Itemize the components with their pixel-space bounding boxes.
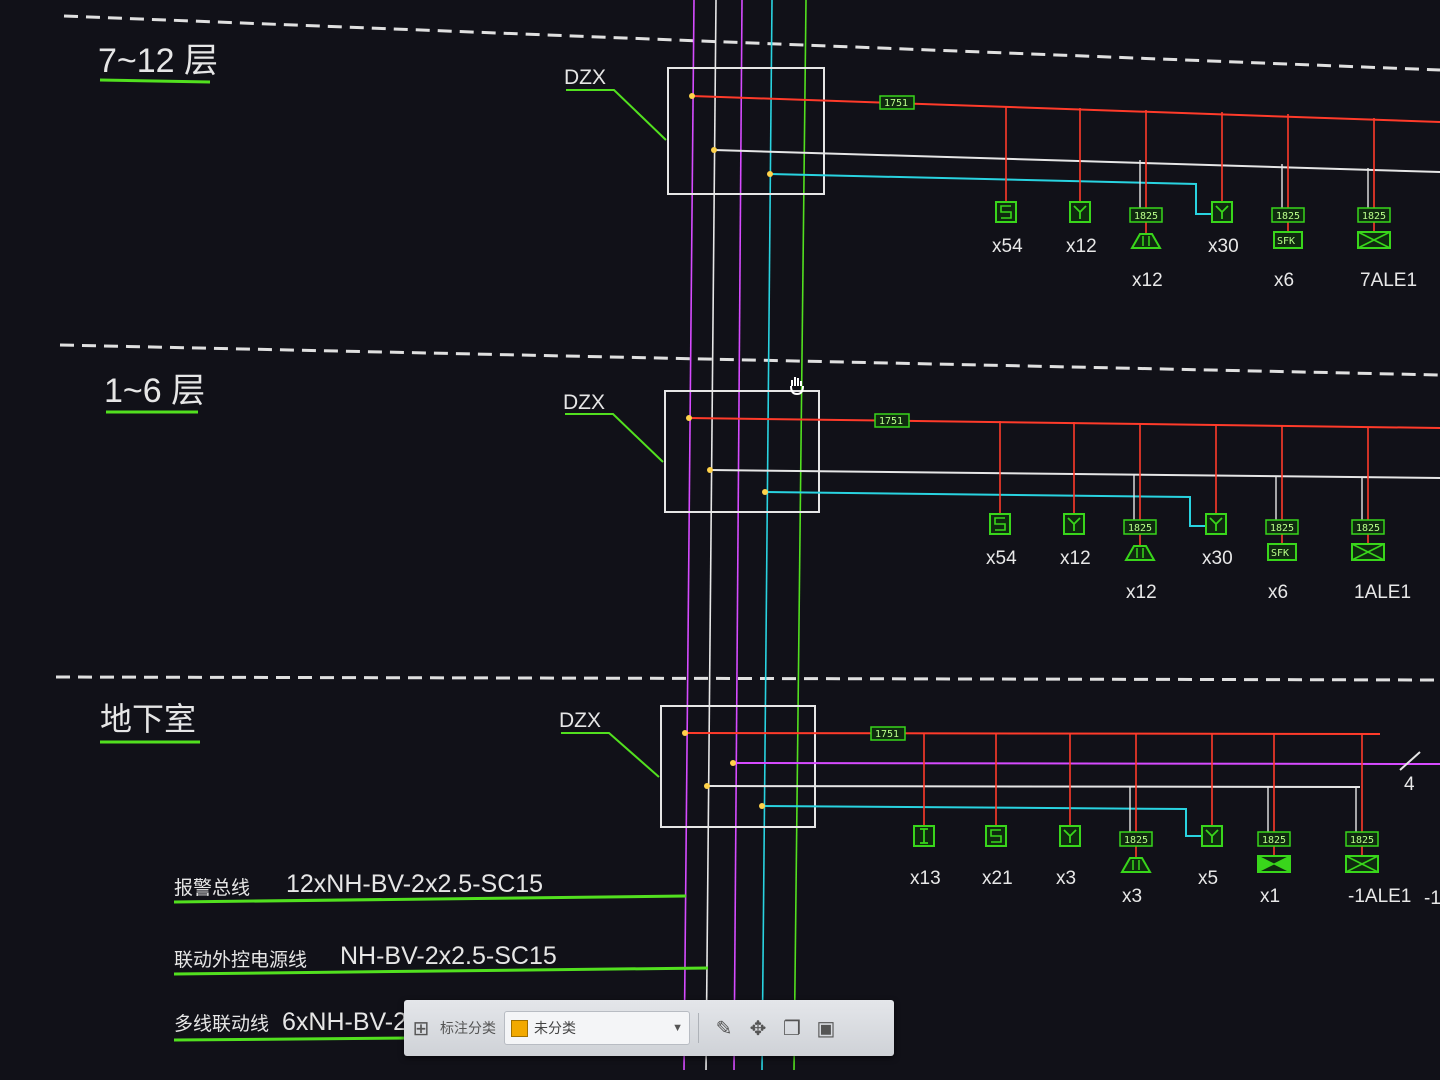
edit-icon[interactable]: ✎ <box>707 1011 741 1045</box>
device-tag: 1825 <box>1262 835 1286 846</box>
svg-text:1~6 层: 1~6 层 <box>104 372 205 410</box>
device-count: x30 <box>1208 236 1239 257</box>
svg-text:7~12 层: 7~12 层 <box>98 42 218 80</box>
device-count: x21 <box>982 868 1013 889</box>
device-count: x13 <box>910 868 941 889</box>
device-count: x12 <box>1132 270 1163 291</box>
device-count: -1ALE1 <box>1348 886 1411 907</box>
cable-tag-7-12: 1751 <box>879 95 915 110</box>
svg-text:多线联动线: 多线联动线 <box>174 1013 269 1035</box>
device-count: x30 <box>1202 548 1233 569</box>
svg-text:1751: 1751 <box>879 416 903 427</box>
device-count: x54 <box>986 548 1017 569</box>
svg-text:1751: 1751 <box>884 98 908 109</box>
grid-apps-icon[interactable]: ⊞ <box>404 1011 438 1045</box>
floor-label-1-6: 1~6 层 <box>104 372 205 414</box>
device-count: x12 <box>1126 582 1157 603</box>
basement-side-mark: 4 <box>1404 774 1415 795</box>
device-count: x5 <box>1198 868 1218 889</box>
svg-text:6xNH-BV-2: 6xNH-BV-2 <box>282 1008 407 1036</box>
device-count: x6 <box>1274 270 1294 291</box>
device-count: x1 <box>1260 886 1280 907</box>
move-icon[interactable]: ✥ <box>741 1011 775 1045</box>
device-count: 7ALE1 <box>1360 270 1417 291</box>
device-count: x12 <box>1060 548 1091 569</box>
device-count: x3 <box>1056 868 1076 889</box>
chevron-down-icon: ▼ <box>672 1022 683 1034</box>
svg-text:NH-BV-2x2.5-SC15: NH-BV-2x2.5-SC15 <box>340 942 557 970</box>
floor-label-basement: 地下室 <box>100 701 200 744</box>
toolbar-divider <box>698 1013 699 1043</box>
device-tag: 1825 <box>1356 523 1380 534</box>
svg-text:DZX: DZX <box>563 391 605 414</box>
device-count: x6 <box>1268 582 1288 603</box>
toolbar-label: 标注分类 <box>440 1020 496 1036</box>
svg-text:1751: 1751 <box>875 729 899 740</box>
sfk-icon: SFK <box>1271 548 1289 559</box>
device-tag: 1825 <box>1134 211 1158 222</box>
device-count: x12 <box>1066 236 1097 257</box>
device-count: x54 <box>992 236 1023 257</box>
device-tag: 1825 <box>1124 835 1148 846</box>
sfk-icon: SFK <box>1277 236 1295 247</box>
category-select[interactable]: 未分类 ▼ <box>504 1011 690 1045</box>
basement-edge-count: -1 <box>1424 888 1440 909</box>
cable-tag-basement: 1751 <box>870 726 906 741</box>
device-tag: 1825 <box>1128 523 1152 534</box>
svg-text:报警总线: 报警总线 <box>174 877 250 899</box>
category-swatch <box>511 1019 528 1037</box>
cable-tag-1-6: 1751 <box>874 413 910 428</box>
svg-text:DZX: DZX <box>559 709 601 732</box>
copy-icon[interactable]: ❐ <box>775 1011 809 1045</box>
device-count: x3 <box>1122 886 1142 907</box>
cad-drawing-canvas[interactable]: 7~12 层 1~6 层 地下室 DZX DZX DZX 1751 1751 1… <box>0 0 1440 1080</box>
device-count: 1ALE1 <box>1354 582 1411 603</box>
svg-text:DZX: DZX <box>564 66 606 89</box>
device-tag: 1825 <box>1276 211 1300 222</box>
device-tag: 1825 <box>1350 835 1374 846</box>
floor-label-7-12: 7~12 层 <box>98 42 218 84</box>
svg-text:联动外控电源线: 联动外控电源线 <box>174 949 307 971</box>
annotation-toolbar: ⊞ 标注分类 未分类 ▼ ✎ ✥ ❐ ▣ <box>404 1000 894 1056</box>
svg-text:12xNH-BV-2x2.5-SC15: 12xNH-BV-2x2.5-SC15 <box>286 870 543 898</box>
paste-icon[interactable]: ▣ <box>809 1011 843 1045</box>
svg-text:地下室: 地下室 <box>100 701 196 737</box>
device-tag: 1825 <box>1362 211 1386 222</box>
device-tag: 1825 <box>1270 523 1294 534</box>
category-selected-value: 未分类 <box>534 1020 576 1036</box>
